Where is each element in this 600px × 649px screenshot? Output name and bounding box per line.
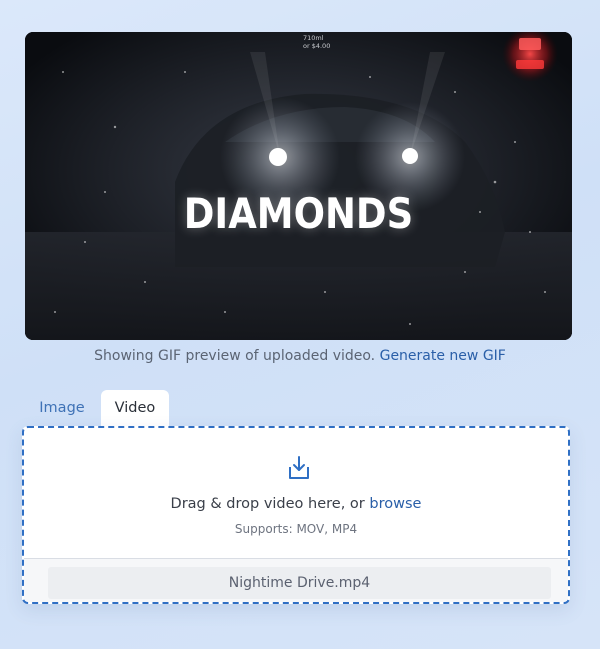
preview-scene [25, 32, 572, 340]
drop-prompt: Drag & drop video here, or browse [24, 496, 568, 512]
download-tray-icon [287, 455, 311, 485]
sign-line-1: 710ml [303, 34, 324, 42]
preview-title: DIAMONDS [183, 189, 414, 238]
tab-video[interactable]: Video [101, 390, 169, 426]
video-dropzone[interactable]: Drag & drop video here, or browse Suppor… [22, 426, 570, 604]
caption-text: Showing GIF preview of uploaded video. [94, 348, 376, 364]
uploaded-file-name: Nightime Drive.mp4 [48, 567, 551, 599]
supported-formats: Supports: MOV, MP4 [234, 522, 358, 536]
generate-gif-link[interactable]: Generate new GIF [380, 348, 506, 364]
browse-link[interactable]: browse [369, 496, 421, 512]
preview-caption: Showing GIF preview of uploaded video. G… [0, 348, 600, 364]
tab-image[interactable]: Image [28, 390, 96, 426]
drop-prompt-text: Drag & drop video here, or [170, 496, 365, 512]
divider [24, 558, 568, 559]
sign-line-2: or $4.00 [303, 42, 331, 50]
gif-preview: 710ml or $4.00 DIAMONDS [25, 32, 572, 340]
